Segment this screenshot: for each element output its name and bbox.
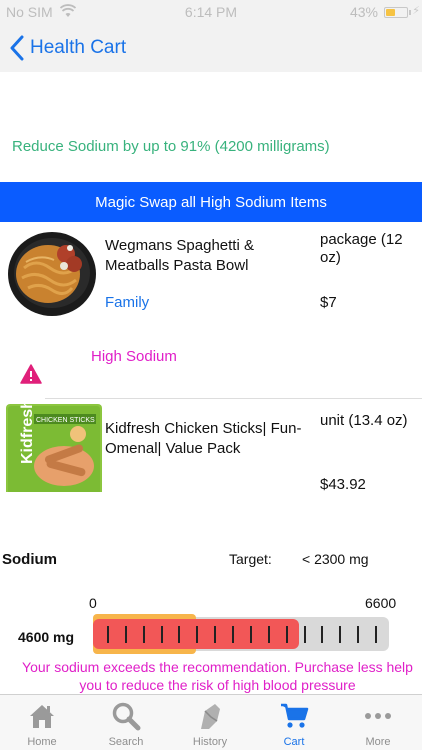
gauge-tick [268,626,270,643]
target-label: Target: [229,551,272,567]
tab-cart[interactable]: Cart [252,695,336,750]
tab-label: History [192,736,228,748]
tab-bar: Home Search History Cart More [0,694,422,750]
thumb-brand-text: Kidfresh [19,404,36,464]
battery-icon [384,7,408,18]
gauge-tick [125,626,127,643]
cart-item[interactable]: Wegmans Spaghetti & Meatballs Pasta Bowl… [0,224,422,400]
tab-history[interactable]: History [168,695,252,750]
chevron-left-icon [10,35,24,61]
sodium-savings-text: Reduce Sodium by up to 91% (4200 milligr… [12,138,330,155]
item-size: unit (13.4 oz) [320,412,408,429]
magic-swap-button[interactable]: Magic Swap all High Sodium Items [0,182,422,222]
sodium-label: Sodium [2,551,57,568]
cart-icon [281,703,309,728]
tab-home[interactable]: Home [0,695,84,750]
back-button-label: Health Cart [30,37,127,58]
gauge-tick [107,626,109,643]
gauge-tick [161,626,163,643]
battery-percent: 43% [349,4,378,20]
gauge-tick [214,626,216,643]
tab-more[interactable]: More [336,695,420,750]
history-icon [201,704,220,729]
more-icon [365,713,391,719]
item-size: package (12 oz) [320,231,403,266]
gauge-tick [321,626,323,643]
gauge-tick [250,626,252,643]
current-sodium-amount: 4600 mg [18,629,75,645]
tab-label: Cart [283,736,305,748]
gauge-tick [339,626,341,643]
high-sodium-label: High Sodium [91,348,177,365]
cart-item[interactable]: Kidfresh CHICKEN STICKS Kidfresh Chicken… [0,400,422,492]
gauge-tick [286,626,288,643]
gauge-tick [375,626,377,643]
item-price: $43.92 [320,476,366,492]
sodium-gauge [93,614,389,654]
navigation-bar: Health Cart [0,24,422,72]
status-bar: No SIM 6:14 PM 43% ⚡ [0,0,422,24]
product-image-pasta-bowl [8,232,96,316]
gauge-tick [143,626,145,643]
tab-search[interactable]: Search [84,695,168,750]
tab-label: Search [108,736,144,748]
charging-icon: ⚡ [412,5,420,17]
gauge-tick [178,626,180,643]
gauge-scale-min: 0 [89,595,97,611]
target-value: < 2300 mg [302,551,369,567]
item-name[interactable]: Kidfresh Chicken Sticks| Fun-Omenal| Val… [105,419,305,459]
item-name[interactable]: Wegmans Spaghetti & Meatballs Pasta Bowl [105,236,305,276]
gauge-tick [357,626,359,643]
item-price: $7 [320,294,337,311]
warning-triangle-icon [20,364,42,384]
battery-tip [409,10,411,15]
search-icon [112,702,141,731]
item-category-link[interactable]: Family [105,294,149,311]
product-image-chicken-sticks: Kidfresh CHICKEN STICKS [6,404,102,492]
gauge-scale-max: 6600 [365,595,397,611]
item-divider [45,398,422,399]
back-button[interactable]: Health Cart [8,34,126,62]
gauge-tick [304,626,306,643]
sodium-warning-text: Your sodium exceeds the recommendation. … [22,659,413,693]
thumb-product-text: CHICKEN STICKS [36,417,95,424]
gauge-tick [232,626,234,643]
gauge-tick [196,626,198,643]
home-icon [30,705,54,728]
tab-label: Home [27,736,57,748]
tab-label: More [365,736,391,748]
